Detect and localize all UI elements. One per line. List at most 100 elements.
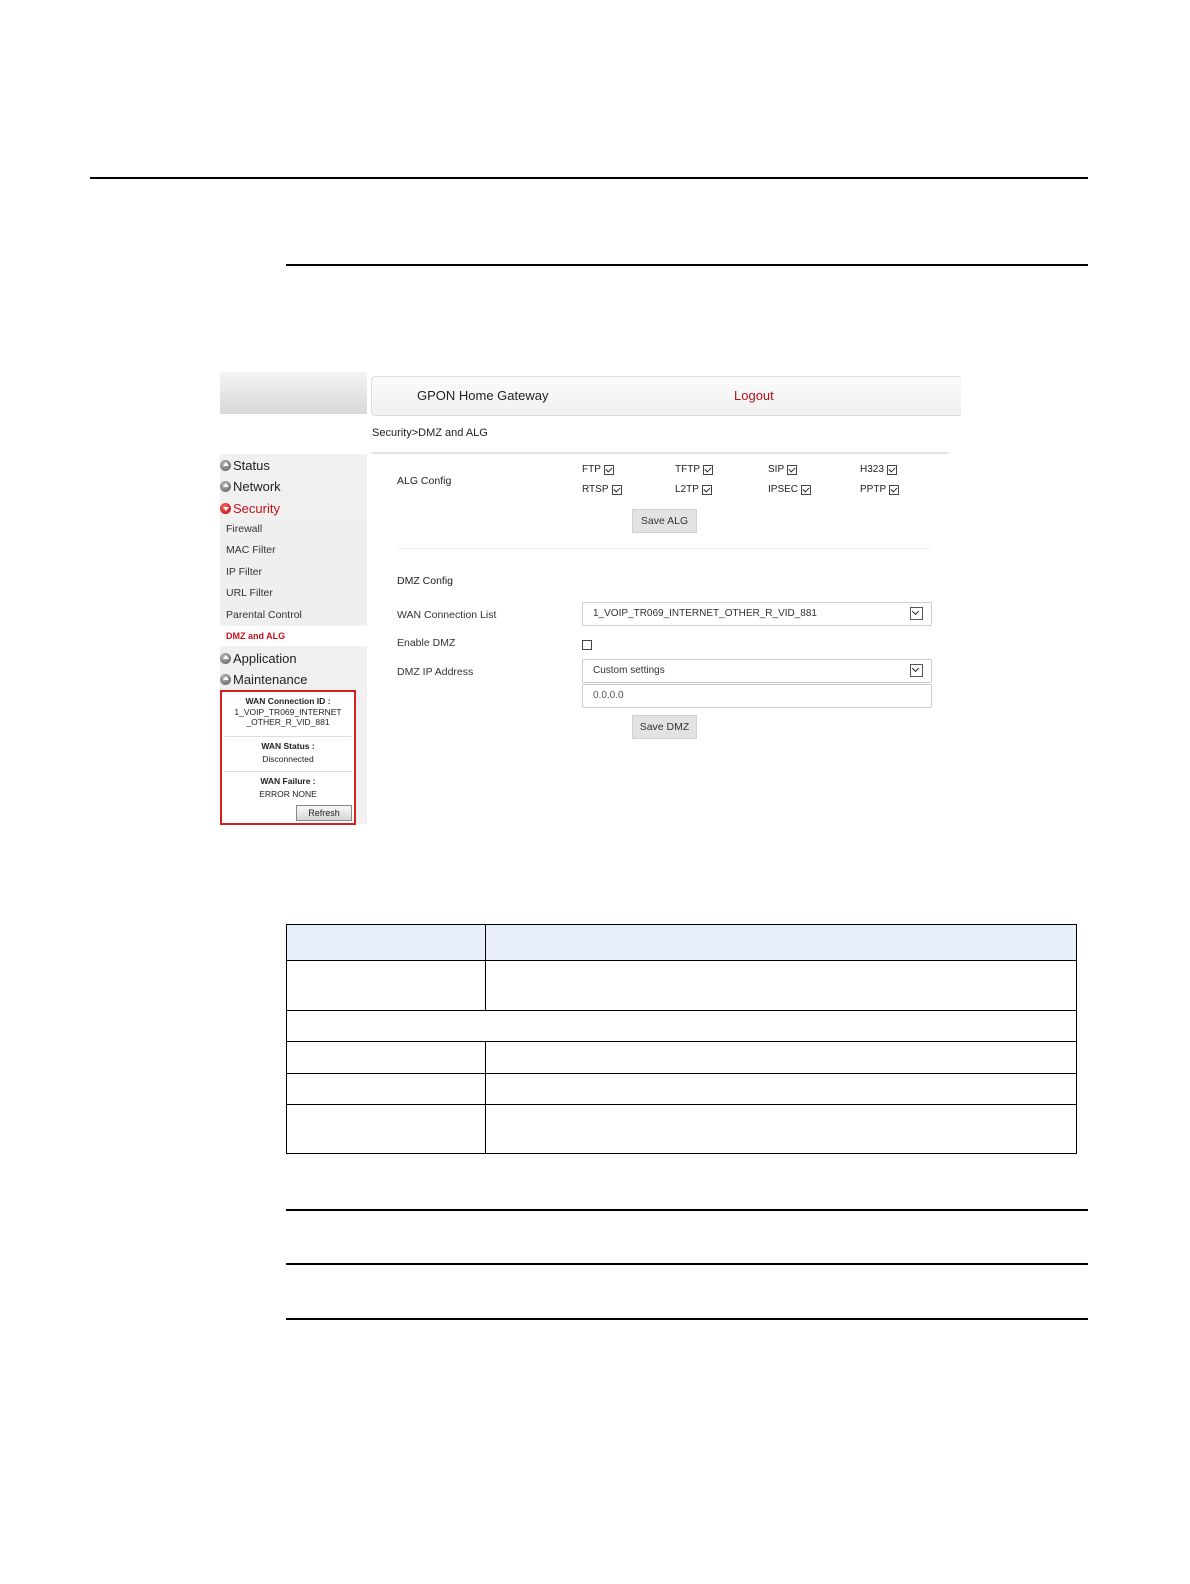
note-rule-1	[286, 1209, 1088, 1211]
alg-sip-label: SIP	[768, 464, 785, 475]
submenu-parental-control[interactable]: Parental Control	[226, 609, 302, 621]
expand-icon	[220, 673, 231, 685]
collapse-icon	[220, 502, 231, 514]
table-row	[286, 1104, 1077, 1154]
table-cell	[485, 1041, 1077, 1074]
wan-status-block: WAN Status : Disconnected	[222, 741, 354, 764]
wan-connection-id-label: WAN Connection ID :	[245, 696, 331, 706]
wan-status-value: Disconnected	[262, 754, 314, 764]
wan-connection-select-value: 1_VOIP_TR069_INTERNET_OTHER_R_VID_881	[593, 608, 817, 619]
alg-ipsec-label: IPSEC	[768, 484, 799, 495]
dmz-ip-input-value: 0.0.0.0	[593, 690, 624, 701]
wan-status-label: WAN Status :	[261, 741, 315, 751]
chevron-down-icon	[910, 664, 923, 677]
alg-h323-checkbox[interactable]	[886, 464, 897, 475]
table-cell	[286, 1041, 486, 1074]
alg-l2tp-checkbox[interactable]	[701, 484, 712, 495]
alg-ipsec-option[interactable]: IPSEC	[768, 484, 812, 495]
alg-ftp-option[interactable]: FTP	[582, 464, 614, 475]
alg-rtsp-label: RTSP	[582, 484, 609, 495]
table-cell	[286, 1104, 486, 1154]
save-dmz-button[interactable]: Save DMZ	[632, 715, 697, 739]
divider	[224, 771, 352, 772]
wan-connection-select[interactable]: 1_VOIP_TR069_INTERNET_OTHER_R_VID_881	[582, 602, 932, 626]
alg-l2tp-label: L2TP	[675, 484, 699, 495]
nav-maintenance-label: Maintenance	[233, 671, 308, 687]
nav-security[interactable]: Security	[220, 498, 280, 518]
alg-rtsp-checkbox[interactable]	[611, 484, 622, 495]
wan-failure-block: WAN Failure : ERROR NONE	[222, 776, 354, 799]
nav-status[interactable]: Status	[220, 455, 270, 475]
alg-h323-option[interactable]: H323	[860, 464, 897, 475]
wan-failure-value: ERROR NONE	[259, 789, 317, 799]
note-rule-2	[286, 1263, 1088, 1265]
table-cell	[485, 1104, 1077, 1154]
refresh-button[interactable]: Refresh	[296, 805, 352, 821]
submenu-url-filter[interactable]: URL Filter	[226, 587, 273, 599]
table-cell	[485, 1073, 1077, 1105]
alg-sip-option[interactable]: SIP	[768, 464, 798, 475]
table-cell	[286, 1010, 1077, 1042]
alg-pptp-option[interactable]: PPTP	[860, 484, 900, 495]
table-row	[286, 1041, 1077, 1074]
enable-dmz-checkbox[interactable]	[582, 640, 592, 650]
alg-pptp-label: PPTP	[860, 484, 887, 495]
router-screenshot: Status Network Security Firewall MAC Fil…	[220, 372, 961, 825]
wan-connection-id-line2: _OTHER_R_VID_881	[246, 717, 330, 727]
wan-status-panel: WAN Connection ID : 1_VOIP_TR069_INTERNE…	[220, 690, 356, 825]
nav-application-label: Application	[233, 650, 297, 666]
alg-pptp-checkbox[interactable]	[889, 484, 900, 495]
logout-link[interactable]: Logout	[734, 388, 774, 403]
save-alg-button[interactable]: Save ALG	[632, 509, 697, 533]
alg-tftp-option[interactable]: TFTP	[675, 464, 713, 475]
alg-l2tp-option[interactable]: L2TP	[675, 484, 712, 495]
alg-ipsec-checkbox[interactable]	[801, 484, 812, 495]
nav-status-label: Status	[233, 457, 270, 473]
nav-maintenance[interactable]: Maintenance	[220, 669, 307, 689]
submenu-ip-filter[interactable]: IP Filter	[226, 566, 262, 578]
alg-ftp-checkbox[interactable]	[603, 464, 614, 475]
dmz-config-label: DMZ Config	[397, 575, 454, 587]
table-header-cell	[286, 924, 486, 961]
page-rule-top	[90, 177, 1088, 179]
table-header-cell	[485, 924, 1077, 961]
breadcrumb-divider	[371, 452, 949, 454]
nav-network[interactable]: Network	[220, 476, 281, 496]
section-divider	[398, 548, 930, 549]
alg-tftp-checkbox[interactable]	[703, 464, 713, 475]
alg-h323-label: H323	[860, 464, 884, 475]
expand-icon	[220, 652, 231, 664]
app-title: GPON Home Gateway	[417, 388, 549, 403]
divider	[224, 736, 352, 737]
alg-tftp-label: TFTP	[675, 464, 700, 475]
sidebar-spacer	[220, 414, 367, 454]
alg-rtsp-option[interactable]: RTSP	[582, 484, 622, 495]
nav-security-label: Security	[233, 500, 280, 516]
wan-connection-id-line1: 1_VOIP_TR069_INTERNET	[234, 707, 342, 717]
nav-network-label: Network	[233, 478, 281, 494]
nav-application[interactable]: Application	[220, 648, 297, 668]
alg-sip-checkbox[interactable]	[787, 464, 798, 475]
wan-connection-id-block: WAN Connection ID : 1_VOIP_TR069_INTERNE…	[222, 696, 354, 727]
dmz-ip-mode-value: Custom settings	[593, 665, 665, 676]
breadcrumb: Security>DMZ and ALG	[372, 427, 488, 439]
table-row	[286, 1073, 1077, 1105]
table-row	[286, 960, 1077, 1011]
table-header-row	[286, 924, 1077, 961]
submenu-mac-filter[interactable]: MAC Filter	[226, 544, 276, 556]
section-rule	[286, 264, 1088, 266]
submenu-firewall[interactable]: Firewall	[226, 523, 262, 535]
dmz-ip-input[interactable]: 0.0.0.0	[582, 684, 932, 708]
expand-icon	[220, 480, 231, 492]
alg-config-label: ALG Config	[397, 475, 452, 487]
dmz-ip-mode-select[interactable]: Custom settings	[582, 659, 932, 683]
chevron-down-icon	[910, 607, 923, 620]
table-row	[286, 1010, 1077, 1042]
wan-failure-label: WAN Failure :	[260, 776, 316, 786]
sidebar-header	[220, 372, 367, 414]
alg-ftp-label: FTP	[582, 464, 601, 475]
table-cell	[286, 960, 486, 1011]
dmz-ip-address-label: DMZ IP Address	[397, 666, 474, 678]
table-cell	[286, 1073, 486, 1105]
submenu-dmz-alg[interactable]: DMZ and ALG	[226, 631, 285, 641]
